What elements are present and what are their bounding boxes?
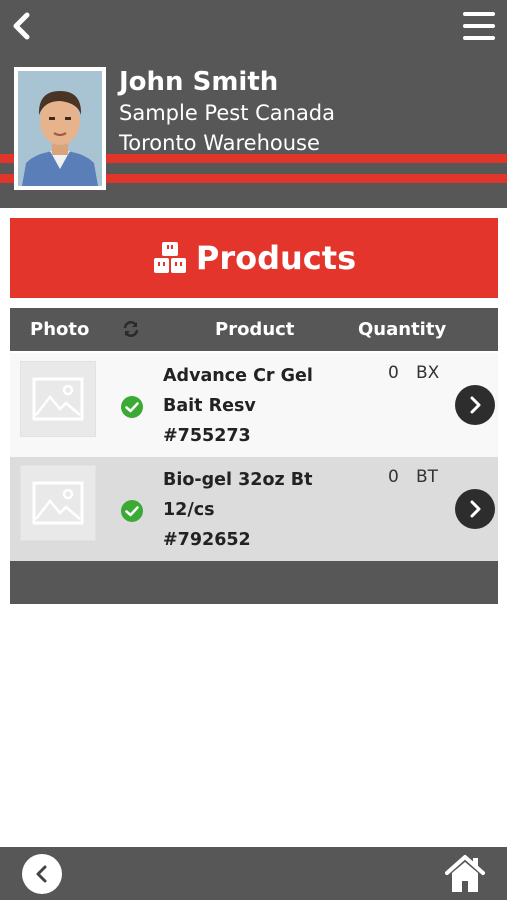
quantity-unit: BX: [416, 363, 440, 383]
chevron-right-icon: [470, 500, 481, 518]
back-button[interactable]: [6, 8, 36, 44]
sync-icon[interactable]: [122, 320, 140, 338]
product-name-line2: 12/cs: [163, 500, 215, 520]
back-button[interactable]: [22, 854, 62, 894]
product-photo-placeholder: [20, 465, 96, 541]
company-name: Sample Pest Canada: [119, 101, 336, 125]
avatar: [14, 67, 106, 190]
product-name-line1: Bio-gel 32oz Bt: [163, 470, 313, 490]
check-badge-icon: [121, 500, 143, 522]
table-row[interactable]: Advance Cr Gel Bait Resv #755273 0 BX: [10, 353, 498, 457]
quantity-value: 0: [388, 467, 399, 487]
chevron-right-icon: [470, 396, 481, 414]
home-icon[interactable]: [443, 853, 487, 895]
open-product-button[interactable]: [455, 489, 495, 529]
bottom-nav-bar: [0, 847, 507, 900]
column-product: Product: [215, 319, 295, 340]
profile-header: John Smith Sample Pest Canada Toronto Wa…: [0, 0, 507, 208]
chevron-left-circle-icon: [36, 865, 47, 883]
product-code: #755273: [163, 426, 251, 446]
hamburger-menu-icon: [463, 12, 495, 16]
image-placeholder-icon: [32, 377, 84, 421]
user-info: John Smith Sample Pest Canada Toronto Wa…: [119, 66, 335, 158]
warehouse-location: Toronto Warehouse: [119, 131, 320, 155]
column-quantity: Quantity: [358, 319, 447, 340]
quantity-value: 0: [388, 363, 399, 383]
boxes-icon: [153, 242, 186, 273]
product-name-line1: Advance Cr Gel: [163, 366, 313, 386]
menu-button[interactable]: [463, 12, 495, 40]
product-photo-placeholder: [20, 361, 96, 437]
chevron-left-icon: [13, 12, 30, 40]
table-footer: [10, 561, 498, 604]
page-title: Products: [195, 239, 357, 277]
table-row[interactable]: Bio-gel 32oz Bt 12/cs #792652 0 BT: [10, 457, 498, 561]
column-photo: Photo: [30, 319, 90, 340]
product-description: Bio-gel 32oz Bt 12/cs #792652: [163, 465, 363, 555]
image-placeholder-icon: [32, 481, 84, 525]
user-name: John Smith: [119, 67, 279, 97]
check-badge-icon: [121, 396, 143, 418]
product-name-line2: Bait Resv: [163, 396, 256, 416]
product-code: #792652: [163, 530, 251, 550]
table-header: Photo Product Quantity: [10, 308, 498, 351]
quantity-unit: BT: [416, 467, 439, 487]
user-avatar-image: [18, 71, 102, 186]
products-banner: Products: [10, 218, 498, 298]
product-description: Advance Cr Gel Bait Resv #755273: [163, 361, 363, 451]
open-product-button[interactable]: [455, 385, 495, 425]
